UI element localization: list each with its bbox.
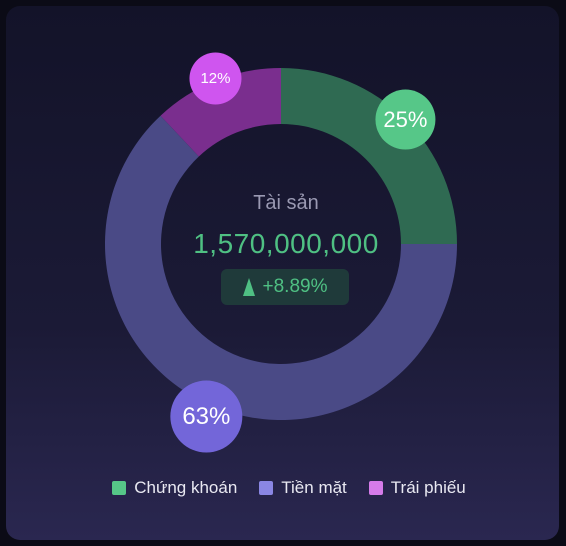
legend-item-1[interactable]: Tiền mặt [259,478,347,498]
legend-label: Trái phiếu [390,478,466,497]
legend-swatch [112,481,127,495]
donut-slice-0[interactable] [281,68,457,244]
change-percent: +8.89% [262,276,328,297]
up-arrow-icon [242,278,255,296]
chart-legend: Chứng khoán Tiền mặt Trái phiếu [6,478,559,498]
legend-swatch [259,481,274,495]
legend-item-0[interactable]: Chứng khoán [112,478,237,498]
legend-label: Chứng khoán [134,478,238,497]
slice-label-0: 25% [383,107,427,132]
legend-item-2[interactable]: Trái phiếu [368,478,466,498]
center-title: Tài sản [253,192,319,214]
total-assets-value: 1,570,000,000 [193,228,379,259]
asset-card: 25% 63% 12% Tài sản 1,570,000,000 +8.89% C… [6,6,559,540]
legend-swatch [368,481,383,495]
slice-label-1: 63% [182,403,230,430]
slice-label-2: 12% [200,70,230,87]
change-badge: +8.89% [221,269,349,305]
legend-label: Tiền mặt [281,478,347,497]
